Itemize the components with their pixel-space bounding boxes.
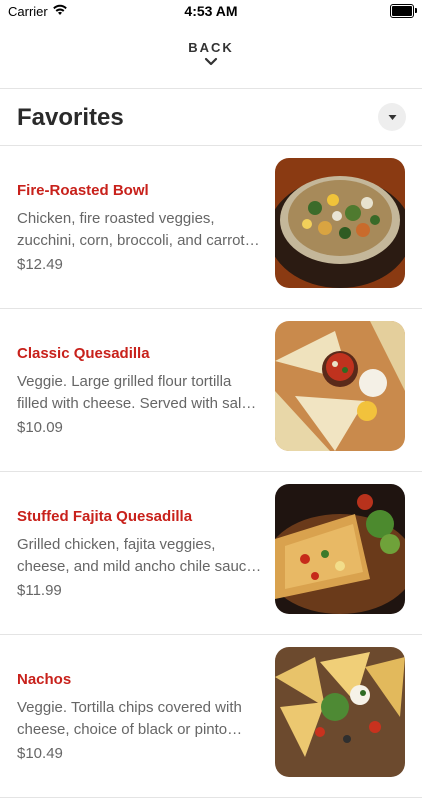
item-price: $11.99 <box>17 582 62 599</box>
section-header: Favorites <box>0 90 422 146</box>
item-name: Classic Quesadilla <box>17 345 150 362</box>
item-photo <box>275 647 405 777</box>
section-title: Favorites <box>17 104 124 131</box>
back-label: BACK <box>188 40 234 55</box>
item-photo <box>275 158 405 288</box>
menu-list: Fire-Roasted Bowl Chicken, fire roasted … <box>0 146 422 798</box>
item-description: Grilled chicken, fajita veggies, cheese,… <box>17 536 262 575</box>
item-description: Chicken, fire roasted veggies, zucchini,… <box>17 210 260 249</box>
menu-item-nachos[interactable]: Nachos Veggie. Tortilla chips covered wi… <box>0 635 422 798</box>
caret-down-icon <box>388 114 396 120</box>
item-name: Nachos <box>17 671 72 688</box>
item-photo <box>275 484 405 614</box>
item-photo <box>275 321 405 451</box>
item-price: $10.09 <box>17 419 63 436</box>
clock: 4:53 AM <box>184 3 238 19</box>
item-price: $10.49 <box>17 745 63 762</box>
menu-item-fire-roasted-bowl[interactable]: Fire-Roasted Bowl Chicken, fire roasted … <box>0 146 422 309</box>
item-name: Fire-Roasted Bowl <box>17 182 149 199</box>
chevron-down-icon <box>204 57 218 66</box>
header-divider <box>0 88 422 89</box>
menu-item-stuffed-fajita-quesadilla[interactable]: Stuffed Fajita Quesadilla Grilled chicke… <box>0 472 422 635</box>
item-description: Veggie. Large grilled flour tortilla fil… <box>17 373 257 412</box>
collapse-toggle-button[interactable] <box>378 103 406 131</box>
back-button[interactable]: BACK <box>0 40 422 76</box>
item-description: Veggie. Tortilla chips covered with chee… <box>17 699 242 738</box>
item-price: $12.49 <box>17 256 63 273</box>
item-name: Stuffed Fajita Quesadilla <box>17 508 193 525</box>
battery-icon <box>390 4 417 18</box>
status-bar: Carrier 4:53 AM <box>0 0 422 24</box>
menu-item-classic-quesadilla[interactable]: Classic Quesadilla Veggie. Large grilled… <box>0 309 422 472</box>
